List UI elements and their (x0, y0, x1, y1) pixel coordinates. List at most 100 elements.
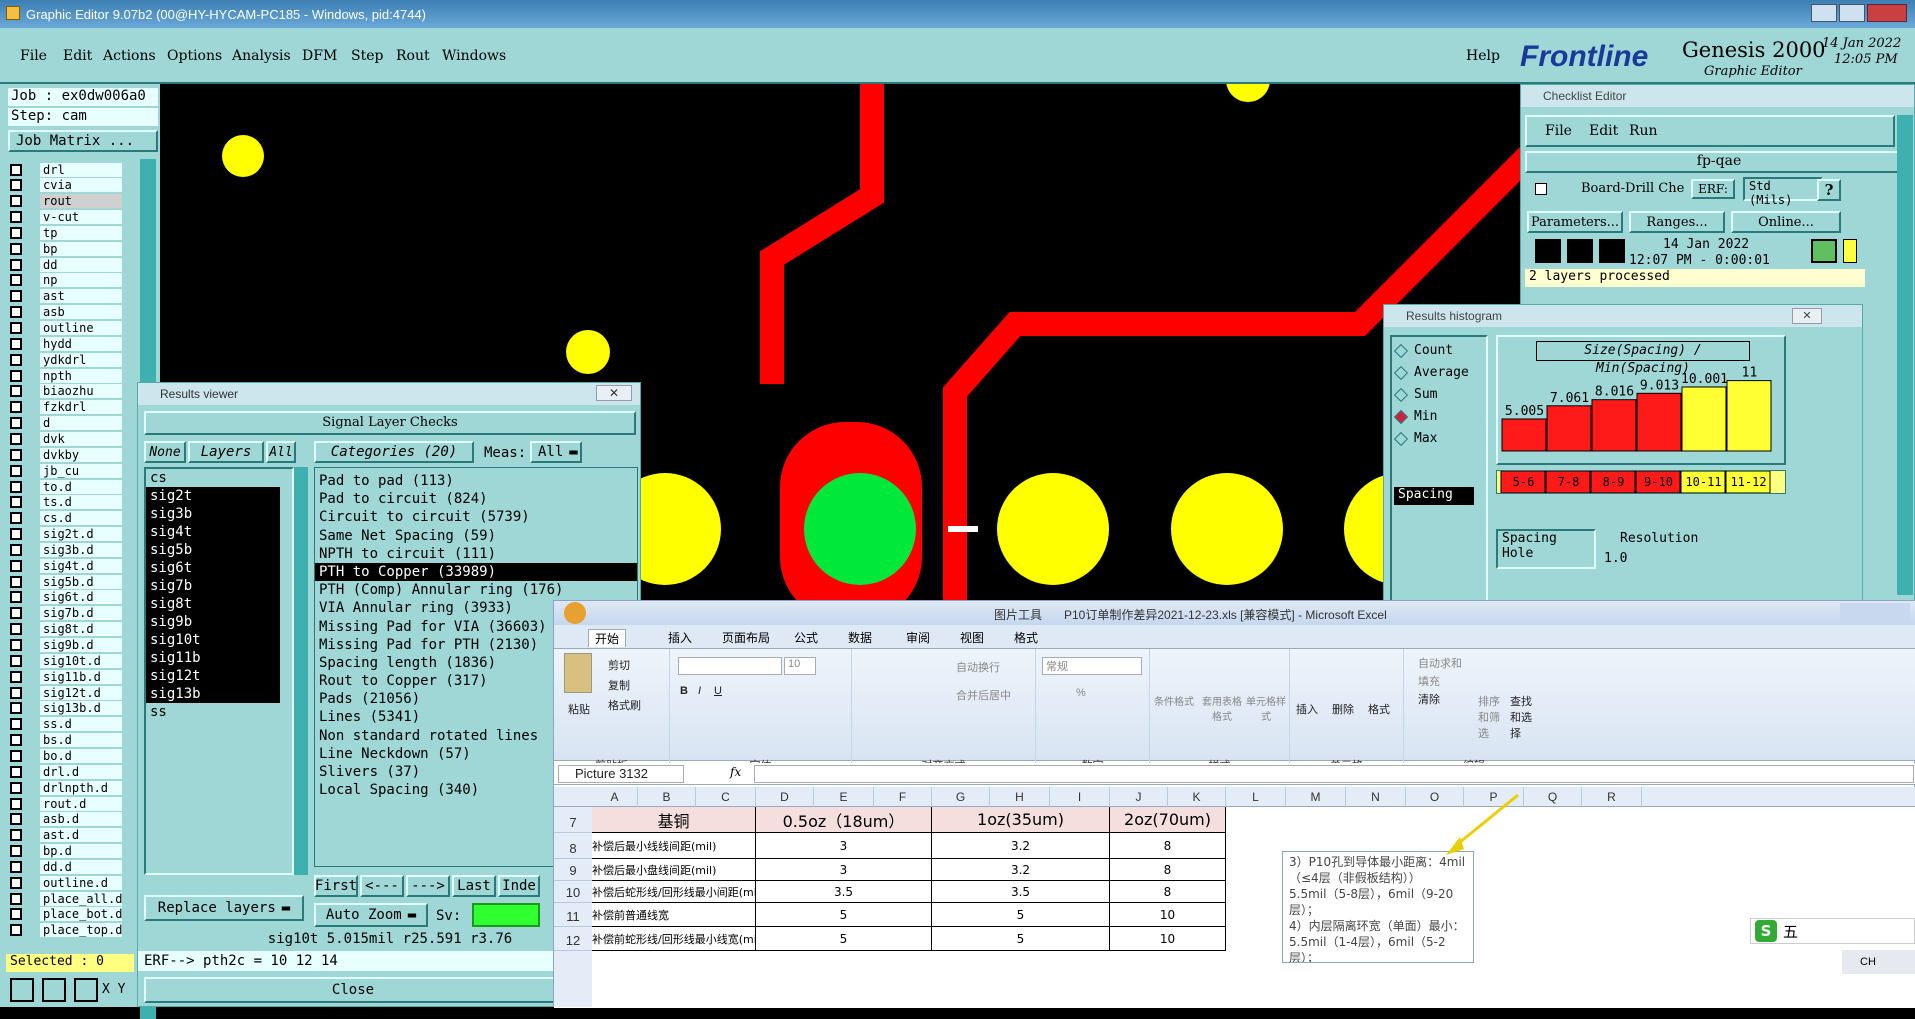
layer-row[interactable]: cvia (10, 178, 130, 193)
layer-row[interactable]: bp.d (10, 844, 130, 859)
layer-checkbox[interactable] (10, 623, 22, 636)
column-header[interactable]: L (1226, 787, 1286, 807)
layer-row[interactable]: dvk (10, 431, 130, 446)
column-header[interactable]: K (1168, 787, 1226, 807)
layer-name[interactable]: sig12t.d (40, 685, 122, 700)
grid-tool-icon[interactable] (74, 978, 98, 1002)
percent-button[interactable]: % (1076, 687, 1086, 699)
fx-icon[interactable]: fx (730, 765, 741, 779)
fill-button[interactable]: 填充 (1418, 673, 1440, 689)
clear-button[interactable]: 清除 (1418, 691, 1440, 707)
auto-zoom-dropdown[interactable]: Auto Zoom ▬ (314, 903, 428, 927)
layer-row[interactable]: dvkby (10, 447, 130, 462)
action-name[interactable]: Board-Drill Che (1581, 181, 1691, 196)
layer-name[interactable]: sig13b.d (40, 701, 122, 716)
table-cell[interactable]: 10 (1110, 927, 1226, 951)
table-cell[interactable]: 8 (1110, 859, 1226, 881)
layer-name[interactable]: np (40, 273, 122, 288)
checklist-menu-edit[interactable]: Edit (1589, 123, 1618, 139)
zoom-results-icon[interactable] (1811, 239, 1837, 263)
formula-input[interactable] (754, 765, 1914, 783)
layer-checkbox[interactable] (10, 512, 22, 525)
layer-row[interactable]: sig9b.d (10, 638, 130, 653)
column-header[interactable]: R (1582, 787, 1642, 807)
layer-name[interactable]: sig5b.d (40, 574, 122, 589)
signal-layer-item[interactable]: sig8t (146, 595, 280, 613)
layer-row[interactable]: sig2t.d (10, 527, 130, 542)
layer-row[interactable]: ast (10, 289, 130, 304)
layer-checkbox[interactable] (10, 876, 22, 889)
layer-checkbox[interactable] (10, 369, 22, 382)
layer-checkbox[interactable] (10, 448, 22, 461)
ribbon-tab[interactable]: 格式 (1008, 629, 1044, 646)
name-box[interactable]: Picture 3132 (558, 765, 684, 783)
layer-checkbox[interactable] (10, 385, 22, 398)
find-select-button[interactable]: 查找和选择 (1510, 693, 1538, 741)
layer-row[interactable]: sig13b.d (10, 701, 130, 716)
checklist-menu-run[interactable]: Run (1629, 123, 1658, 139)
layer-name[interactable]: drlnpth.d (40, 780, 122, 795)
run-icon-3[interactable] (1599, 239, 1625, 263)
layer-name[interactable]: jb_cu (40, 463, 122, 478)
replace-layers-dropdown[interactable]: Replace layers ▬ (144, 895, 304, 921)
note-picture[interactable]: 3）P10孔到导体最小距离：4mil （≤4层（非假板结构）） 5.5mil（5-8… (1282, 851, 1474, 963)
layer-name[interactable]: asb.d (40, 812, 122, 827)
results-viewer-close-icon[interactable]: ✕ (596, 385, 632, 401)
table-cell[interactable]: 8 (1110, 881, 1226, 903)
menu-dfm[interactable]: DFM (302, 48, 337, 64)
next-button[interactable]: ---> (406, 875, 450, 897)
layer-name[interactable]: place_all.d (40, 891, 122, 906)
layer-name[interactable]: biaozhu (40, 384, 122, 399)
signal-layer-item[interactable]: sig13b (146, 685, 280, 703)
layer-row[interactable]: jb_cu (10, 463, 130, 478)
layer-list-scrollbar[interactable] (294, 467, 308, 875)
menu-edit[interactable]: Edit (63, 48, 92, 64)
signal-layer-item[interactable]: cs (146, 469, 280, 487)
menu-actions[interactable]: Actions (103, 48, 156, 64)
layers-button[interactable]: Layers (188, 441, 264, 463)
layer-row[interactable]: sig3b.d (10, 542, 130, 557)
layer-row[interactable]: sig8t.d (10, 622, 130, 637)
help-question-icon[interactable]: ? (1817, 179, 1841, 201)
layer-checkbox[interactable] (10, 464, 22, 477)
checklist-scrollbar[interactable] (1897, 115, 1913, 595)
layer-name[interactable]: sig10t.d (40, 653, 122, 668)
table-cell[interactable]: 2oz(70um) (1110, 807, 1226, 833)
layer-row[interactable]: drl.d (10, 764, 130, 779)
layer-checkbox[interactable] (10, 242, 22, 255)
signal-layer-list[interactable]: cs sig2t sig3b sig4t sig5b sig6t sig7b sig8t sig… (144, 467, 294, 875)
layer-name[interactable]: sig9b.d (40, 638, 122, 652)
layer-checkbox[interactable] (10, 860, 22, 873)
layer-row[interactable]: sig4t.d (10, 558, 130, 573)
layer-checkbox[interactable] (10, 432, 22, 445)
ribbon-tab[interactable]: 插入 (662, 629, 698, 646)
none-button[interactable]: None (144, 441, 186, 463)
paste-icon[interactable] (564, 653, 592, 693)
layer-row[interactable]: biaozhu (10, 384, 130, 399)
layer-checkbox[interactable] (10, 163, 22, 176)
layer-row[interactable]: place_bot.d (10, 907, 130, 922)
layer-name[interactable]: npth (40, 368, 122, 383)
layer-checkbox[interactable] (10, 290, 22, 303)
layer-checkbox[interactable] (10, 908, 22, 921)
online-button[interactable]: Online... (1731, 211, 1841, 233)
zoom-tool-icon[interactable] (10, 978, 34, 1002)
run-icon-1[interactable] (1535, 239, 1561, 263)
table-cell[interactable]: 3 (756, 859, 932, 881)
menu-rout[interactable]: Rout (396, 48, 430, 64)
spacing-list-item[interactable]: Spacing (1394, 487, 1474, 505)
layer-row[interactable]: sig12t.d (10, 685, 130, 700)
layer-name[interactable]: sig11b.d (40, 669, 122, 684)
layer-checkbox[interactable] (10, 845, 22, 858)
layer-name[interactable]: sig6t.d (40, 590, 122, 605)
signal-layer-item[interactable]: sig7b (146, 577, 280, 595)
signal-layer-item[interactable]: sig9b (146, 613, 280, 631)
table-cell[interactable]: 3.2 (932, 859, 1110, 881)
layer-row[interactable]: bo.d (10, 748, 130, 763)
minimize-button[interactable] (1811, 4, 1837, 22)
layer-row[interactable]: sig10t.d (10, 653, 130, 668)
signal-layer-item[interactable]: sig5b (146, 541, 280, 559)
histogram-option[interactable]: Average (1393, 365, 1469, 380)
table-cell[interactable]: 5 (756, 903, 932, 927)
cut-button[interactable]: 剪切 (608, 657, 630, 673)
